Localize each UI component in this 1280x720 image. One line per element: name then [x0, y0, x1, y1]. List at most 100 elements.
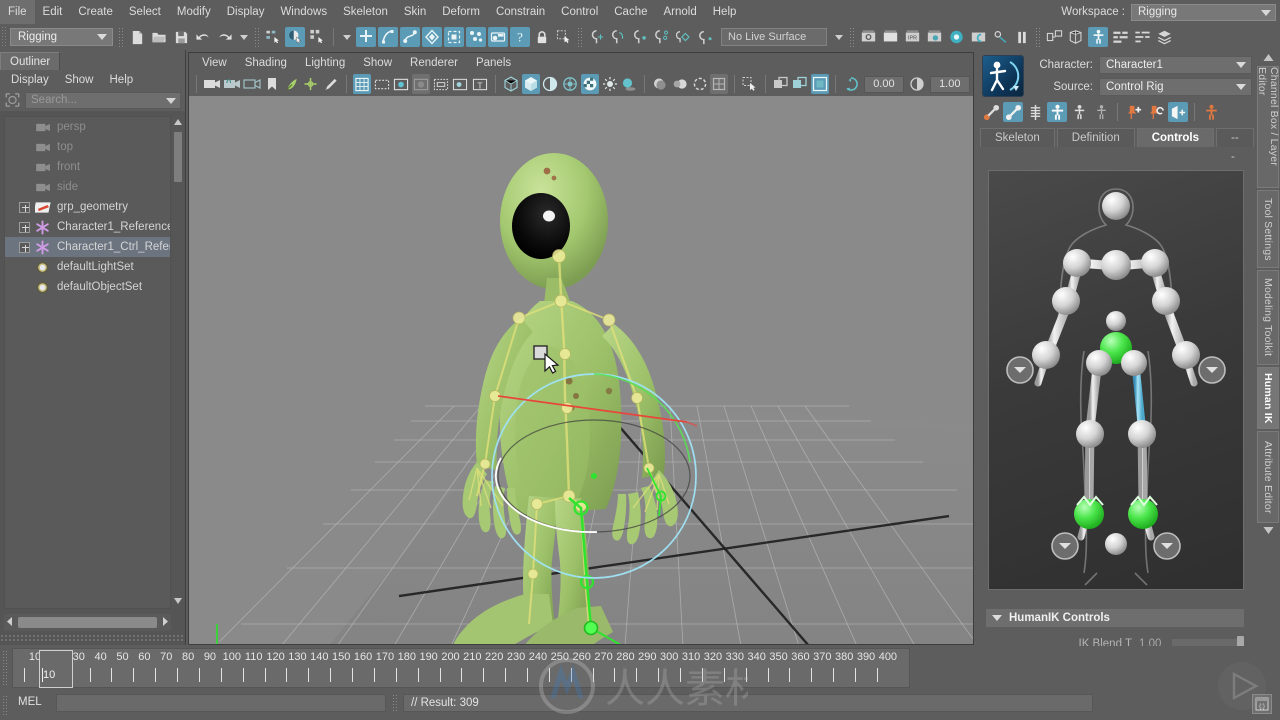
expand-toggle-icon[interactable] — [19, 221, 30, 233]
menu-select[interactable]: Select — [121, 0, 169, 24]
body-part-icon[interactable] — [1069, 102, 1089, 122]
panel-resize-handle[interactable] — [0, 634, 185, 643]
outliner-item-character1-ctrl-reference[interactable]: Character1_Ctrl_Refer — [5, 237, 170, 257]
image-plane-icon[interactable] — [283, 74, 301, 94]
snap-view-plane-icon[interactable] — [674, 27, 694, 47]
collapse-arrow-icon[interactable] — [992, 615, 1002, 621]
snap-projected-icon[interactable] — [652, 27, 672, 47]
scroll-down-arrow-icon[interactable] — [173, 596, 183, 608]
channel-box-icon[interactable] — [1132, 27, 1152, 47]
camera-lock-icon[interactable] — [223, 74, 241, 94]
expand-toggle-icon[interactable] — [19, 201, 30, 213]
tab-skeleton[interactable]: Skeleton — [980, 128, 1055, 147]
mirror-icon[interactable] — [1168, 102, 1188, 122]
select-by-name-icon[interactable] — [554, 27, 574, 47]
checker-texture-icon[interactable] — [581, 74, 599, 94]
mask-dynamics-icon[interactable] — [488, 27, 508, 47]
toolbar-grip[interactable] — [1, 26, 8, 48]
xray-icon[interactable] — [772, 74, 790, 94]
ipr-render-icon[interactable]: IPR — [902, 27, 922, 47]
live-surface-field[interactable]: No Live Surface — [721, 28, 827, 46]
render-view-icon[interactable] — [968, 27, 988, 47]
redo-icon[interactable] — [215, 27, 235, 47]
scroll-down-arrow-icon[interactable] — [1262, 525, 1275, 537]
snap-point-icon[interactable] — [630, 27, 650, 47]
outliner-menu-help[interactable]: Help — [102, 74, 142, 86]
new-scene-icon[interactable] — [127, 27, 147, 47]
menu-help[interactable]: Help — [705, 0, 745, 24]
text-overlay-icon[interactable]: T — [471, 74, 489, 94]
menu-file[interactable]: File — [0, 0, 35, 24]
tab-definition[interactable]: Definition — [1056, 128, 1135, 147]
outliner-item-front[interactable]: front — [5, 157, 170, 177]
shadows-icon[interactable] — [620, 74, 638, 94]
render-flags-icon[interactable] — [990, 27, 1010, 47]
select-component-icon[interactable] — [307, 27, 327, 47]
viewport-menu-lighting[interactable]: Lighting — [296, 57, 354, 69]
smooth-shading-icon[interactable] — [521, 74, 540, 94]
scroll-up-arrow-icon[interactable] — [173, 117, 183, 129]
outliner-item-character1-reference[interactable]: Character1_Reference — [5, 217, 170, 237]
lock-icon[interactable] — [532, 27, 552, 47]
mask-handles-icon[interactable] — [356, 27, 376, 47]
expand-toggle-icon[interactable] — [19, 241, 30, 253]
render-sequence-icon[interactable] — [880, 27, 900, 47]
exposure-icon[interactable] — [452, 74, 470, 94]
menu-create[interactable]: Create — [70, 0, 121, 24]
exposure-gamma-icon[interactable] — [842, 74, 860, 94]
render-settings-icon[interactable] — [924, 27, 944, 47]
gamma-value-field[interactable]: 1.00 — [929, 75, 970, 93]
select-object-icon[interactable] — [285, 27, 305, 47]
shaded-wireframe-icon[interactable] — [542, 74, 560, 94]
grid-toggle-icon[interactable] — [352, 74, 371, 94]
command-input[interactable] — [56, 694, 386, 712]
menu-modify[interactable]: Modify — [169, 0, 219, 24]
current-time-indicator[interactable]: 10 — [39, 650, 73, 688]
outliner-tab[interactable]: Outliner — [0, 52, 61, 70]
camera-attributes-icon[interactable] — [243, 74, 261, 94]
outliner-tree[interactable]: persp top front side grp_geometry Charac… — [4, 116, 171, 609]
humanik-controls-section-header[interactable]: HumanIK Controls — [986, 609, 1244, 627]
select-hierarchy-icon[interactable] — [263, 27, 283, 47]
pin-rotate-icon[interactable] — [1146, 102, 1166, 122]
search-filter-icon[interactable] — [4, 92, 21, 108]
bookmark-icon[interactable] — [263, 74, 281, 94]
outliner-item-side[interactable]: side — [5, 177, 170, 197]
mask-subdiv-icon[interactable] — [444, 27, 464, 47]
texture-display-icon[interactable] — [561, 74, 579, 94]
attribute-editor-icon[interactable] — [1110, 27, 1130, 47]
gamma-icon[interactable] — [908, 74, 926, 94]
live-surface-arrow[interactable] — [835, 34, 843, 40]
workspace-dropdown[interactable]: Rigging — [1131, 3, 1276, 21]
source-dropdown[interactable]: Control Rig — [1099, 77, 1252, 96]
character-icon[interactable] — [1201, 102, 1221, 122]
scrollbar-thumb[interactable] — [18, 617, 157, 628]
menu-constrain[interactable]: Constrain — [488, 0, 553, 24]
tab-attribute-editor[interactable]: Attribute Editor — [1257, 431, 1279, 523]
outliner-item-top[interactable]: top — [5, 137, 170, 157]
humanik-effector-view[interactable] — [988, 170, 1244, 590]
node-editor-icon[interactable] — [1044, 27, 1064, 47]
pin-translate-icon[interactable] — [1124, 102, 1144, 122]
two-d-pan-zoom-icon[interactable] — [302, 74, 320, 94]
hypershade-icon[interactable] — [946, 27, 966, 47]
film-gate-icon[interactable] — [373, 74, 391, 94]
menu-deform[interactable]: Deform — [434, 0, 488, 24]
tab-tool-settings[interactable]: Tool Settings — [1257, 190, 1279, 268]
exposure-value-field[interactable]: 0.00 — [863, 75, 904, 93]
viewport-3d-canvas[interactable]: persp — [189, 96, 973, 644]
use-all-lights-icon[interactable] — [601, 74, 619, 94]
camera-select-icon[interactable] — [203, 74, 221, 94]
search-input[interactable]: Search... — [25, 91, 181, 109]
film-gate-mask-icon[interactable] — [432, 74, 450, 94]
create-skeleton-icon[interactable] — [981, 102, 1001, 122]
outliner-item-defaultlightset[interactable]: defaultLightSet — [5, 257, 170, 277]
command-line-grip[interactable] — [2, 695, 8, 715]
snap-grid-icon[interactable] — [586, 27, 606, 47]
save-scene-icon[interactable] — [171, 27, 191, 47]
depth-of-field-icon[interactable] — [710, 74, 729, 94]
timeline-grip[interactable] — [2, 650, 8, 686]
tab-human-ik[interactable]: Human IK — [1257, 367, 1279, 429]
outliner-menu-display[interactable]: Display — [3, 74, 57, 86]
mask-surfaces-icon[interactable] — [400, 27, 420, 47]
